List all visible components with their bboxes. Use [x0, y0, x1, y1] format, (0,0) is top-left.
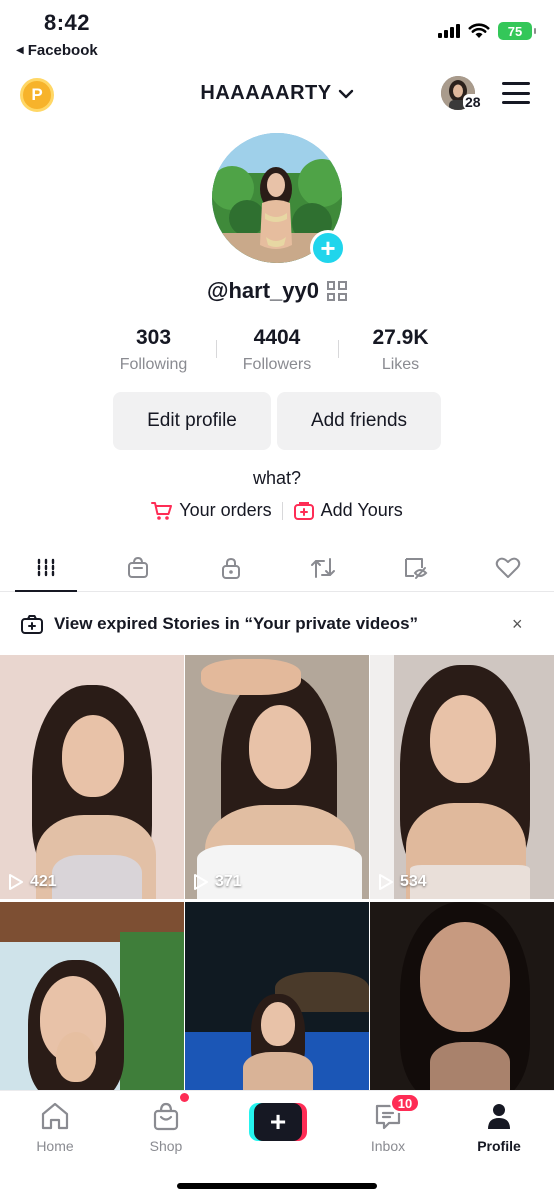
tab-hidden[interactable]: [369, 544, 461, 591]
camera-plus-icon: [21, 615, 43, 634]
view-count-value: 421: [30, 873, 57, 890]
play-icon: [9, 874, 23, 890]
profile-person-icon: [488, 1104, 510, 1129]
add-yours-icon: [293, 501, 314, 520]
nav-profile[interactable]: Profile: [459, 1099, 539, 1154]
nav-shop-label: Shop: [149, 1138, 183, 1154]
wifi-icon: [468, 23, 490, 38]
shop-bag-icon: [128, 556, 149, 578]
play-icon: [194, 874, 208, 890]
stat-value: 303: [135, 326, 172, 349]
shop-notification-dot: [180, 1093, 189, 1102]
profile-links: Your orders Add Yours: [0, 500, 554, 521]
profile-stats: 303 Following 4404 Followers 27.9K Likes: [92, 326, 462, 374]
play-icon: [379, 874, 393, 890]
private-lock-icon: [221, 557, 240, 579]
stat-likes[interactable]: 27.9K Likes: [339, 326, 462, 374]
stat-label: Following: [119, 356, 188, 373]
cellular-signal-icon: [438, 24, 460, 38]
cart-icon: [151, 501, 173, 520]
video-thumbnail[interactable]: 371: [185, 655, 369, 899]
add-friends-button[interactable]: Add friends: [277, 392, 441, 450]
add-yours-label: Add Yours: [320, 500, 403, 520]
close-icon[interactable]: ×: [512, 614, 523, 635]
video-thumbnail[interactable]: 421: [0, 655, 184, 899]
view-count: 371: [193, 873, 242, 891]
repost-icon: [311, 557, 336, 578]
add-yours-link[interactable]: Add Yours: [293, 500, 403, 521]
your-orders-link[interactable]: Your orders: [151, 500, 272, 521]
nav-shop[interactable]: Shop: [126, 1099, 206, 1154]
profile-top-nav: P HAAAAARTY 28: [0, 72, 554, 118]
profile-actions: Edit profile Add friends: [0, 392, 554, 450]
view-count-value: 534: [400, 873, 427, 890]
add-story-plus-icon[interactable]: +: [310, 230, 346, 266]
tab-liked[interactable]: [462, 544, 554, 591]
hidden-eye-icon: [405, 557, 428, 579]
nav-home[interactable]: Home: [15, 1099, 95, 1154]
status-time: 8:42: [44, 10, 91, 35]
home-icon: [41, 1102, 69, 1130]
link-divider: [281, 501, 283, 520]
status-icons: 75: [438, 22, 536, 40]
videos-grid-icon: [37, 558, 55, 577]
account-username: HAAAAARTY: [200, 82, 332, 104]
inbox-count-badge: 10: [390, 1093, 420, 1113]
nav-inbox-label: Inbox: [370, 1138, 406, 1154]
status-bar: 8:42 ◀ Facebook 75: [0, 0, 554, 66]
view-count: 534: [378, 873, 427, 891]
viewer-count-badge: 28: [463, 94, 483, 110]
video-grid: 421 371 534: [0, 655, 554, 1090]
edit-profile-button[interactable]: Edit profile: [113, 392, 271, 450]
profile-bio: what?: [252, 468, 302, 488]
back-triangle-icon: ◀: [16, 45, 24, 56]
video-thumbnail[interactable]: [185, 902, 369, 1090]
video-thumbnail[interactable]: [370, 902, 554, 1090]
back-app-label: Facebook: [27, 42, 98, 59]
qr-code-icon[interactable]: [326, 281, 347, 301]
view-count-value: 371: [215, 873, 242, 890]
view-count: 421: [8, 873, 57, 891]
hamburger-menu-icon[interactable]: [502, 82, 530, 104]
tab-videos[interactable]: [0, 544, 92, 591]
tab-shop[interactable]: [92, 544, 184, 591]
liked-heart-icon: [495, 557, 521, 578]
your-orders-label: Your orders: [179, 500, 272, 520]
tab-reposts[interactable]: [277, 544, 369, 591]
video-thumbnail[interactable]: [0, 902, 184, 1090]
home-indicator: [177, 1183, 377, 1189]
plus-icon: +: [254, 1103, 302, 1141]
stat-following[interactable]: 303 Following: [92, 326, 215, 374]
handle-row: @hart_yy0: [0, 278, 554, 304]
expired-stories-banner[interactable]: View expired Stories in “Your private vi…: [0, 604, 554, 644]
shop-icon: [153, 1102, 179, 1131]
chevron-down-icon: [338, 89, 353, 98]
profile-handle: @hart_yy0: [207, 278, 319, 303]
stat-value: 4404: [253, 326, 301, 349]
stat-followers[interactable]: 4404 Followers: [216, 326, 339, 374]
tab-private[interactable]: [185, 544, 277, 591]
nav-profile-label: Profile: [477, 1138, 521, 1154]
battery-indicator: 75: [498, 22, 536, 40]
create-button[interactable]: +: [249, 1103, 307, 1141]
back-to-app-link[interactable]: ◀ Facebook: [16, 42, 98, 59]
nav-home-label: Home: [36, 1138, 74, 1154]
video-thumbnail[interactable]: 534: [370, 655, 554, 899]
profile-content-tabs: [0, 544, 554, 592]
stat-label: Followers: [242, 356, 312, 373]
banner-text: View expired Stories in “Your private vi…: [54, 614, 419, 633]
stat-value: 27.9K: [372, 326, 429, 349]
stat-label: Likes: [381, 356, 420, 373]
